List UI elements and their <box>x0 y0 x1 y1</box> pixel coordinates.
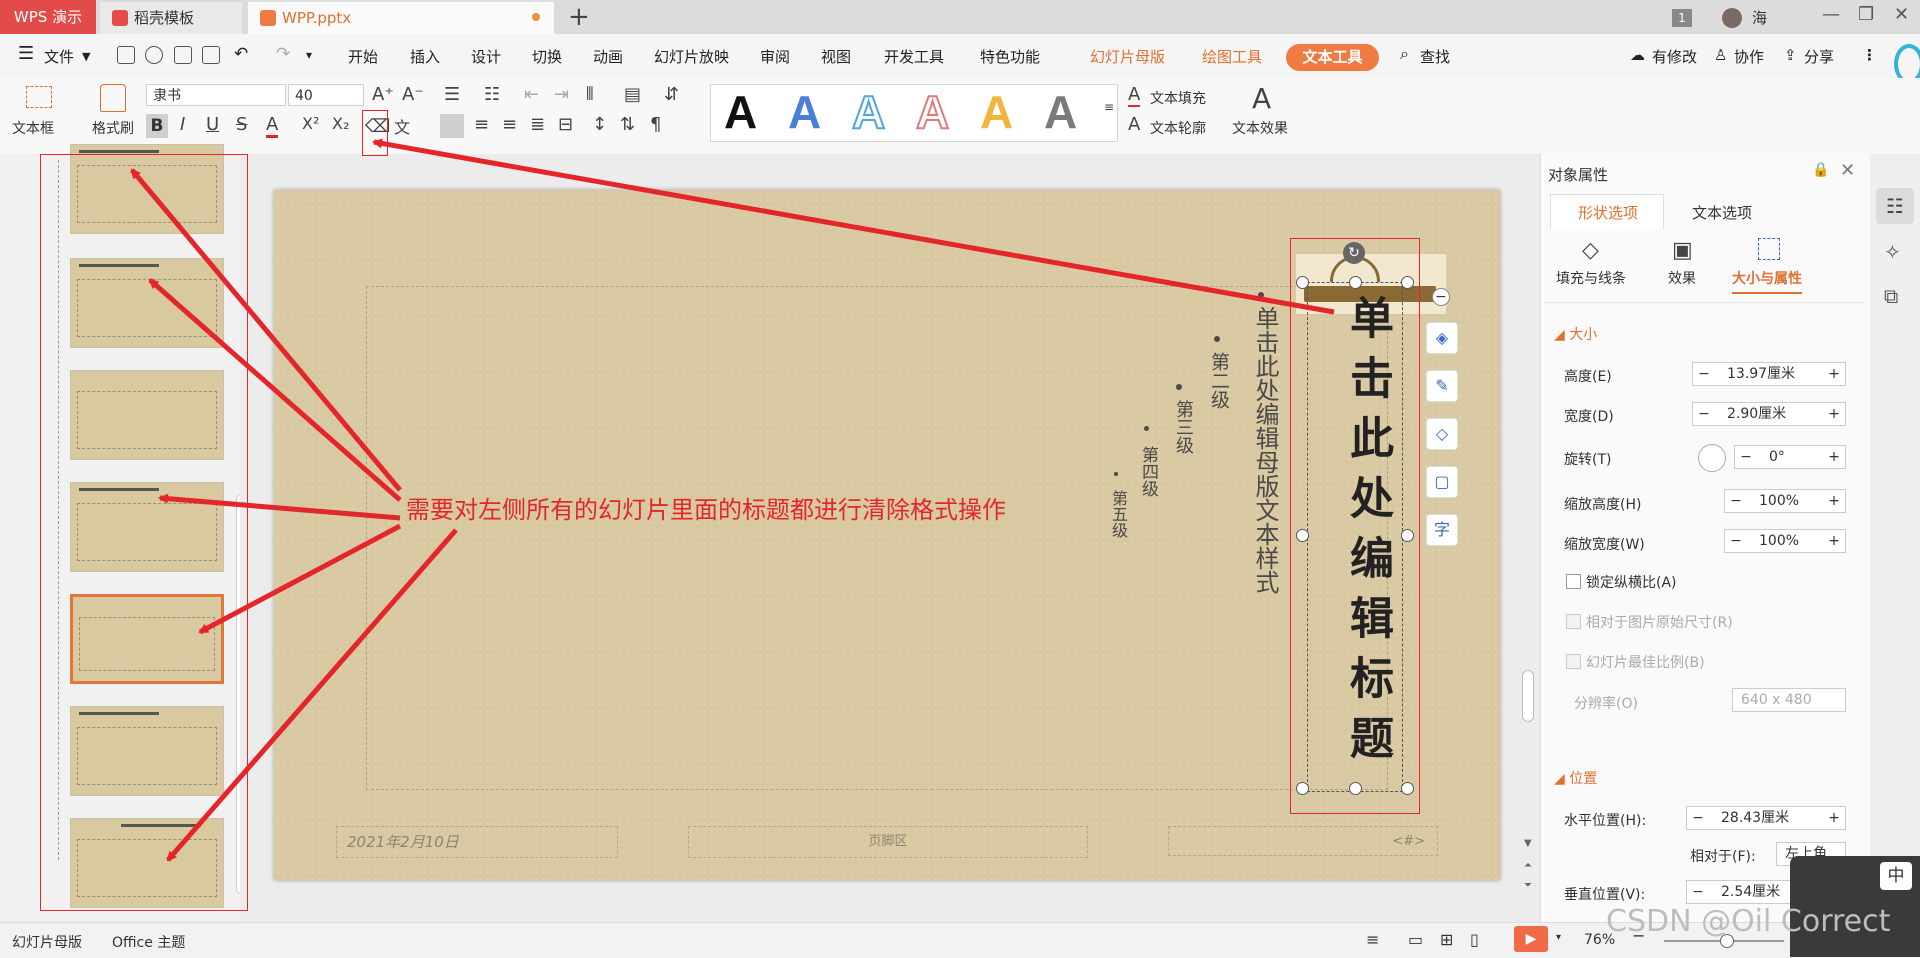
annotation-arrows <box>130 138 1335 862</box>
annotation-text: 需要对左侧所有的幻灯片里面的标题都进行清除格式操作 <box>406 496 1006 524</box>
arrow-to-thumb-2 <box>148 278 402 502</box>
arrow-to-clear-format <box>372 138 1335 315</box>
watermark-text: CSDN @Oil Correct <box>1606 904 1891 939</box>
arrow-to-thumb-4 <box>158 493 401 521</box>
arrow-to-thumb-1 <box>130 168 402 492</box>
arrow-to-thumb-7 <box>166 528 458 862</box>
arrow-to-thumb-5 <box>198 523 402 635</box>
ime-indicator[interactable]: 中 <box>1880 862 1912 890</box>
